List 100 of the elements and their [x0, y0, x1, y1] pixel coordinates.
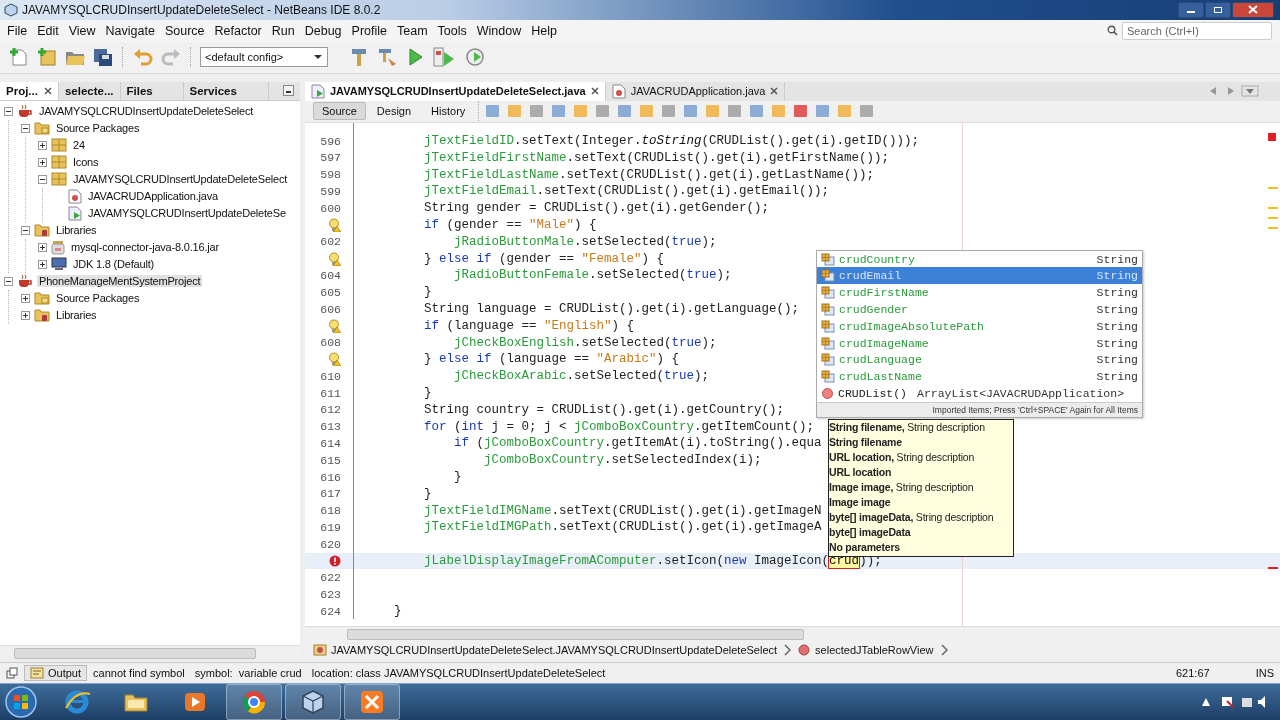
browser-icon [63, 688, 91, 716]
completion-item[interactable]: crudImageName String [817, 334, 1142, 352]
close-icon[interactable] [770, 87, 779, 96]
maximize-button[interactable] [1205, 1, 1231, 18]
menu-item[interactable]: Help [526, 23, 562, 38]
expand-icon[interactable] [38, 157, 47, 167]
method-icon [821, 386, 834, 400]
menu-item[interactable]: Tools [432, 23, 472, 38]
form-file-icon [311, 83, 325, 99]
collapse-icon[interactable] [21, 123, 30, 133]
completion-item[interactable]: crudLastName String [817, 368, 1142, 386]
breadcrumb-item[interactable]: JAVAMYSQLCRUDInsertUpdateDeleteSelect.JAVAMYSQLCRUDInsertUpdateDeleteSelect [313, 643, 778, 658]
taskbar-app[interactable] [226, 684, 282, 720]
windows-icon[interactable] [6, 667, 18, 680]
tree-item[interactable]: 24 [71, 139, 87, 152]
menu-item[interactable]: Edit [32, 23, 64, 38]
close-icon[interactable] [43, 86, 52, 95]
profile-icon[interactable] [464, 46, 486, 69]
tree-item[interactable]: Libraries [54, 309, 99, 322]
menu-item[interactable]: Refactor [209, 23, 267, 38]
save-all-icon[interactable] [92, 46, 114, 69]
completion-item[interactable]: crudFirstName String [817, 284, 1142, 302]
tree-item[interactable]: Libraries [54, 224, 99, 237]
tree-item[interactable]: Icons [71, 156, 101, 169]
expand-icon[interactable] [21, 293, 30, 303]
taskbar-app[interactable] [344, 684, 400, 720]
panel-tab[interactable]: Proj... [0, 81, 59, 100]
tree-item[interactable]: mysql-connector-java-8.0.16.jar [69, 241, 221, 254]
completion-item[interactable]: crudCountry String [817, 250, 1142, 268]
code-line: String country = CRUDList().get(i).getCountry(); [423, 402, 785, 417]
menu-item[interactable]: Profile [346, 23, 392, 38]
code-line: jTextFieldID.setText(Integer.toString(CRUDList().get(i).getID())); [423, 134, 920, 149]
close-button[interactable] [1232, 1, 1274, 18]
config-dropdown[interactable]: <default config> [200, 47, 328, 68]
output-button[interactable]: Output [24, 665, 88, 682]
new-file-icon[interactable] [8, 46, 30, 69]
chevron-icon[interactable] [783, 644, 792, 657]
completion-item[interactable]: crudLanguage String [817, 351, 1142, 369]
collapse-icon[interactable] [38, 174, 47, 184]
java-file-icon [68, 188, 82, 204]
new-project-icon[interactable] [36, 46, 58, 69]
minimize-button[interactable] [1178, 1, 1204, 18]
menu-item[interactable]: Team [392, 23, 433, 38]
completion-item[interactable]: crudImageAbsolutePath String [817, 317, 1142, 335]
collapse-icon[interactable] [21, 225, 30, 235]
lightbulb-icon[interactable] [328, 251, 341, 266]
menu-item[interactable]: Source [159, 23, 210, 38]
tree-item[interactable]: PhoneManageMentSystemProject [37, 275, 203, 288]
close-icon[interactable] [590, 87, 599, 96]
editor-tab[interactable]: JAVAMYSQLCRUDInsertUpdateDeleteSelect.java [305, 81, 606, 101]
menu-item[interactable]: Window [471, 23, 527, 38]
expand-icon[interactable] [38, 242, 47, 252]
line-number: 605 [320, 285, 341, 299]
view-tab[interactable]: History [422, 102, 475, 121]
library-folder-icon [34, 308, 50, 323]
code-line: } [423, 486, 432, 501]
menu-item[interactable]: View [63, 23, 101, 38]
tree-item[interactable]: JAVAMYSQLCRUDInsertUpdateDeleteSelect [37, 105, 256, 118]
line-number: 610 [320, 369, 341, 383]
menu-item[interactable]: Run [266, 23, 300, 38]
lightbulb-icon[interactable] [328, 352, 341, 367]
taskbar-app[interactable] [285, 684, 341, 720]
view-tab[interactable]: Design [367, 102, 421, 121]
expand-icon[interactable] [38, 140, 47, 150]
tree-item[interactable]: Source Packages [54, 292, 142, 305]
tree-item[interactable]: JAVACRUDApplication.java [86, 190, 220, 203]
completion-item[interactable]: crudGender String [817, 301, 1142, 318]
collapse-icon[interactable] [4, 276, 13, 286]
form-file-icon [68, 205, 82, 221]
tree-item[interactable]: Source Packages [54, 122, 142, 135]
signature-line: String filename [829, 434, 903, 450]
chevron-icon[interactable] [939, 644, 948, 657]
menu-item[interactable]: Debug [299, 23, 347, 38]
menu-item[interactable]: Navigate [100, 23, 160, 38]
breadcrumb-item[interactable]: selectedJTableRowView [797, 643, 934, 658]
tree-item[interactable]: JAVAMYSQLCRUDInsertUpdateDeleteSe [86, 207, 288, 220]
collapse-icon[interactable] [4, 106, 13, 116]
lightbulb-icon[interactable] [328, 318, 341, 333]
expand-icon[interactable] [21, 310, 30, 320]
horizontal-scrollbar[interactable] [0, 645, 300, 660]
coffee-cup-icon [17, 104, 33, 119]
panel-tab[interactable]: selecte... [58, 81, 121, 100]
window-title: JAVAMYSQLCRUDInsertUpdateDeleteSelect - NetBeans IDE 8.0.2 [22, 2, 381, 17]
completion-item[interactable]: CRUDList() ArrayList<JAVACRUDApplication> [817, 385, 1142, 402]
start-button[interactable] [4, 685, 38, 719]
editor-tab[interactable]: JAVACRUDApplication.java [605, 81, 786, 101]
tree-item[interactable]: JAVAMYSQLCRUDInsertUpdateDeleteSelect [71, 173, 290, 186]
menu-item[interactable]: File [2, 23, 33, 38]
clean-build-icon[interactable] [376, 46, 398, 69]
tree-item[interactable]: JDK 1.8 (Default) [71, 258, 156, 271]
view-tab[interactable]: Source [313, 102, 366, 121]
error-icon[interactable] [329, 555, 341, 567]
search-field[interactable]: Search (Ctrl+I) [1122, 21, 1272, 40]
panel-tab[interactable]: Files [120, 81, 184, 100]
minimize-icon[interactable] [283, 84, 294, 96]
code-line: if (jComboBoxCountry.getItemAt(i).toString().equa [453, 436, 822, 451]
line-number: 611 [320, 386, 341, 400]
panel-tab[interactable]: Services [183, 81, 269, 100]
expand-icon[interactable] [38, 259, 47, 269]
lightbulb-icon[interactable] [328, 218, 341, 233]
